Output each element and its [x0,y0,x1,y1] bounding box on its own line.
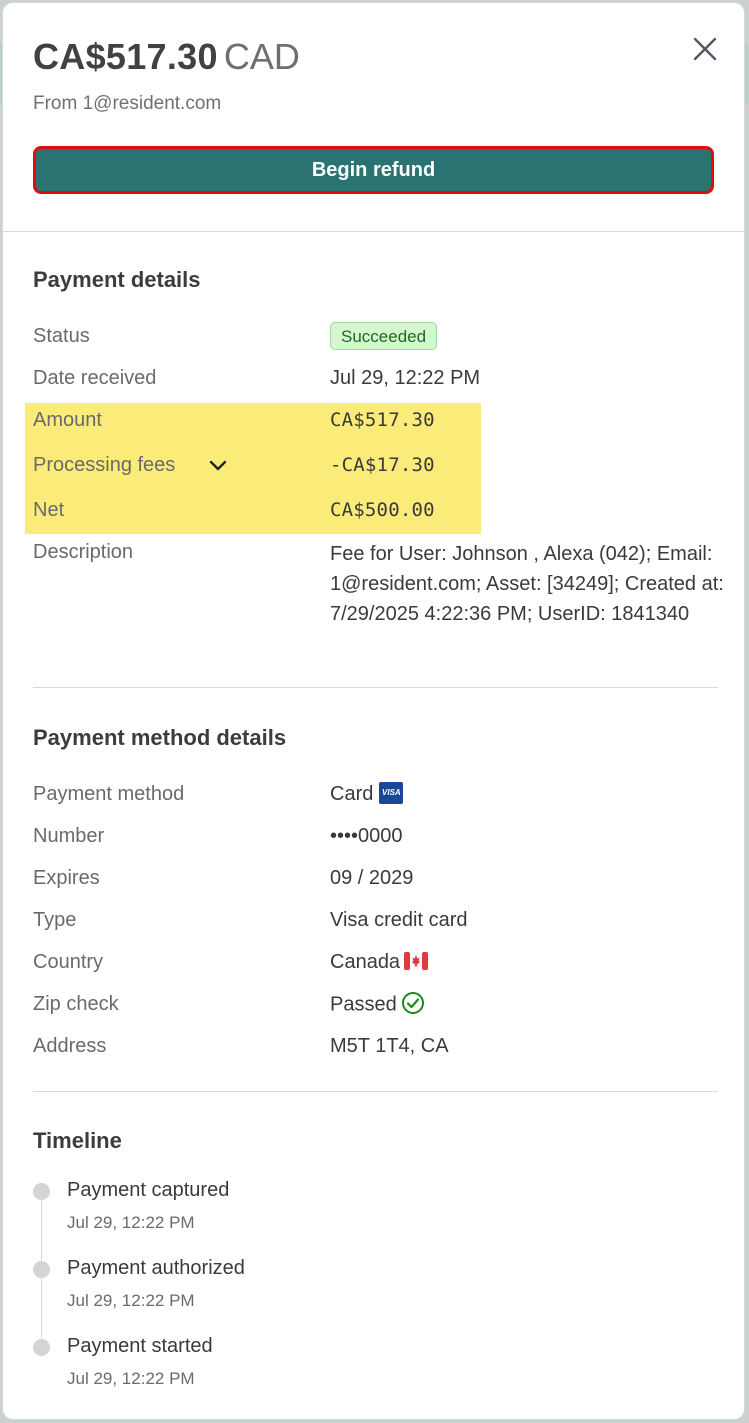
description-value: Fee for User: Johnson , Alexa (042); Ema… [330,543,724,625]
timeline-event-title: Payment started [67,1335,213,1357]
timeline-dot [33,1183,50,1200]
date-received-label: Date received [33,367,157,389]
payment-method-text: Card [330,783,374,805]
country-label: Country [33,951,104,973]
close-button[interactable] [689,33,721,65]
processing-fees-toggle[interactable] [207,455,229,477]
payment-detail-panel: CA$517.30 CAD From 1@resident.com Begin r… [3,3,744,1419]
card-type-value: Visa credit card [330,909,468,931]
visa-icon: VISA [379,781,404,804]
date-received-value: Jul 29, 12:22 PM [330,367,481,389]
payment-method-value: Card VISA [330,781,404,806]
timeline-dot [33,1339,50,1356]
begin-refund-button[interactable]: Begin refund [33,146,714,194]
panel-header: CA$517.30 CAD From 1@resident.com Begin r… [3,3,744,232]
expires-label: Expires [33,867,100,889]
net-value: CA$500.00 [330,499,435,521]
close-icon [693,37,717,61]
section-divider [33,687,718,688]
payment-currency: CAD [223,36,300,77]
description-label: Description [33,541,134,563]
payment-details-title: Payment details [33,267,201,292]
net-label: Net [33,499,65,521]
status-badge: Succeeded [330,322,438,350]
timeline-event-title: Payment captured [67,1179,230,1201]
chevron-down-icon [209,460,227,471]
address-label: Address [33,1035,107,1057]
timeline-title: Timeline [33,1128,122,1153]
zip-check-text: Passed [330,993,397,1016]
card-number-label: Number [33,825,105,847]
check-circle-icon [401,992,424,1014]
payment-from: From 1@resident.com [33,93,222,114]
payment-amount: CA$517.30 [33,36,218,77]
country-text: Canada [330,951,401,973]
country-value: Canada [330,951,429,974]
canada-flag-icon [404,951,429,970]
card-type-label: Type [33,909,77,931]
timeline-event-time: Jul 29, 12:22 PM [67,1291,195,1310]
visa-brand-text: VISA [382,787,401,797]
zip-check-value: Passed [330,992,425,1017]
zip-check-label: Zip check [33,993,119,1015]
card-number-value: ••••0000 [330,825,403,847]
processing-fees-value: -CA$17.30 [330,454,435,476]
payment-method-label: Payment method [33,783,185,805]
timeline-dot [33,1261,50,1278]
status-label: Status [33,325,90,347]
amount-label: Amount [33,409,102,431]
amount-value: CA$517.30 [330,409,435,431]
section-divider [33,1091,718,1092]
processing-fees-label: Processing fees [33,454,176,476]
expires-value: 09 / 2029 [330,867,414,889]
address-value: M5T 1T4, CA [330,1035,449,1057]
timeline-event-title: Payment authorized [67,1257,245,1279]
payment-amount-heading: CA$517.30 CAD [33,37,300,77]
timeline-event-time: Jul 29, 12:22 PM [67,1213,195,1232]
payment-method-details-title: Payment method details [33,725,287,750]
timeline-event-time: Jul 29, 12:22 PM [67,1369,195,1388]
